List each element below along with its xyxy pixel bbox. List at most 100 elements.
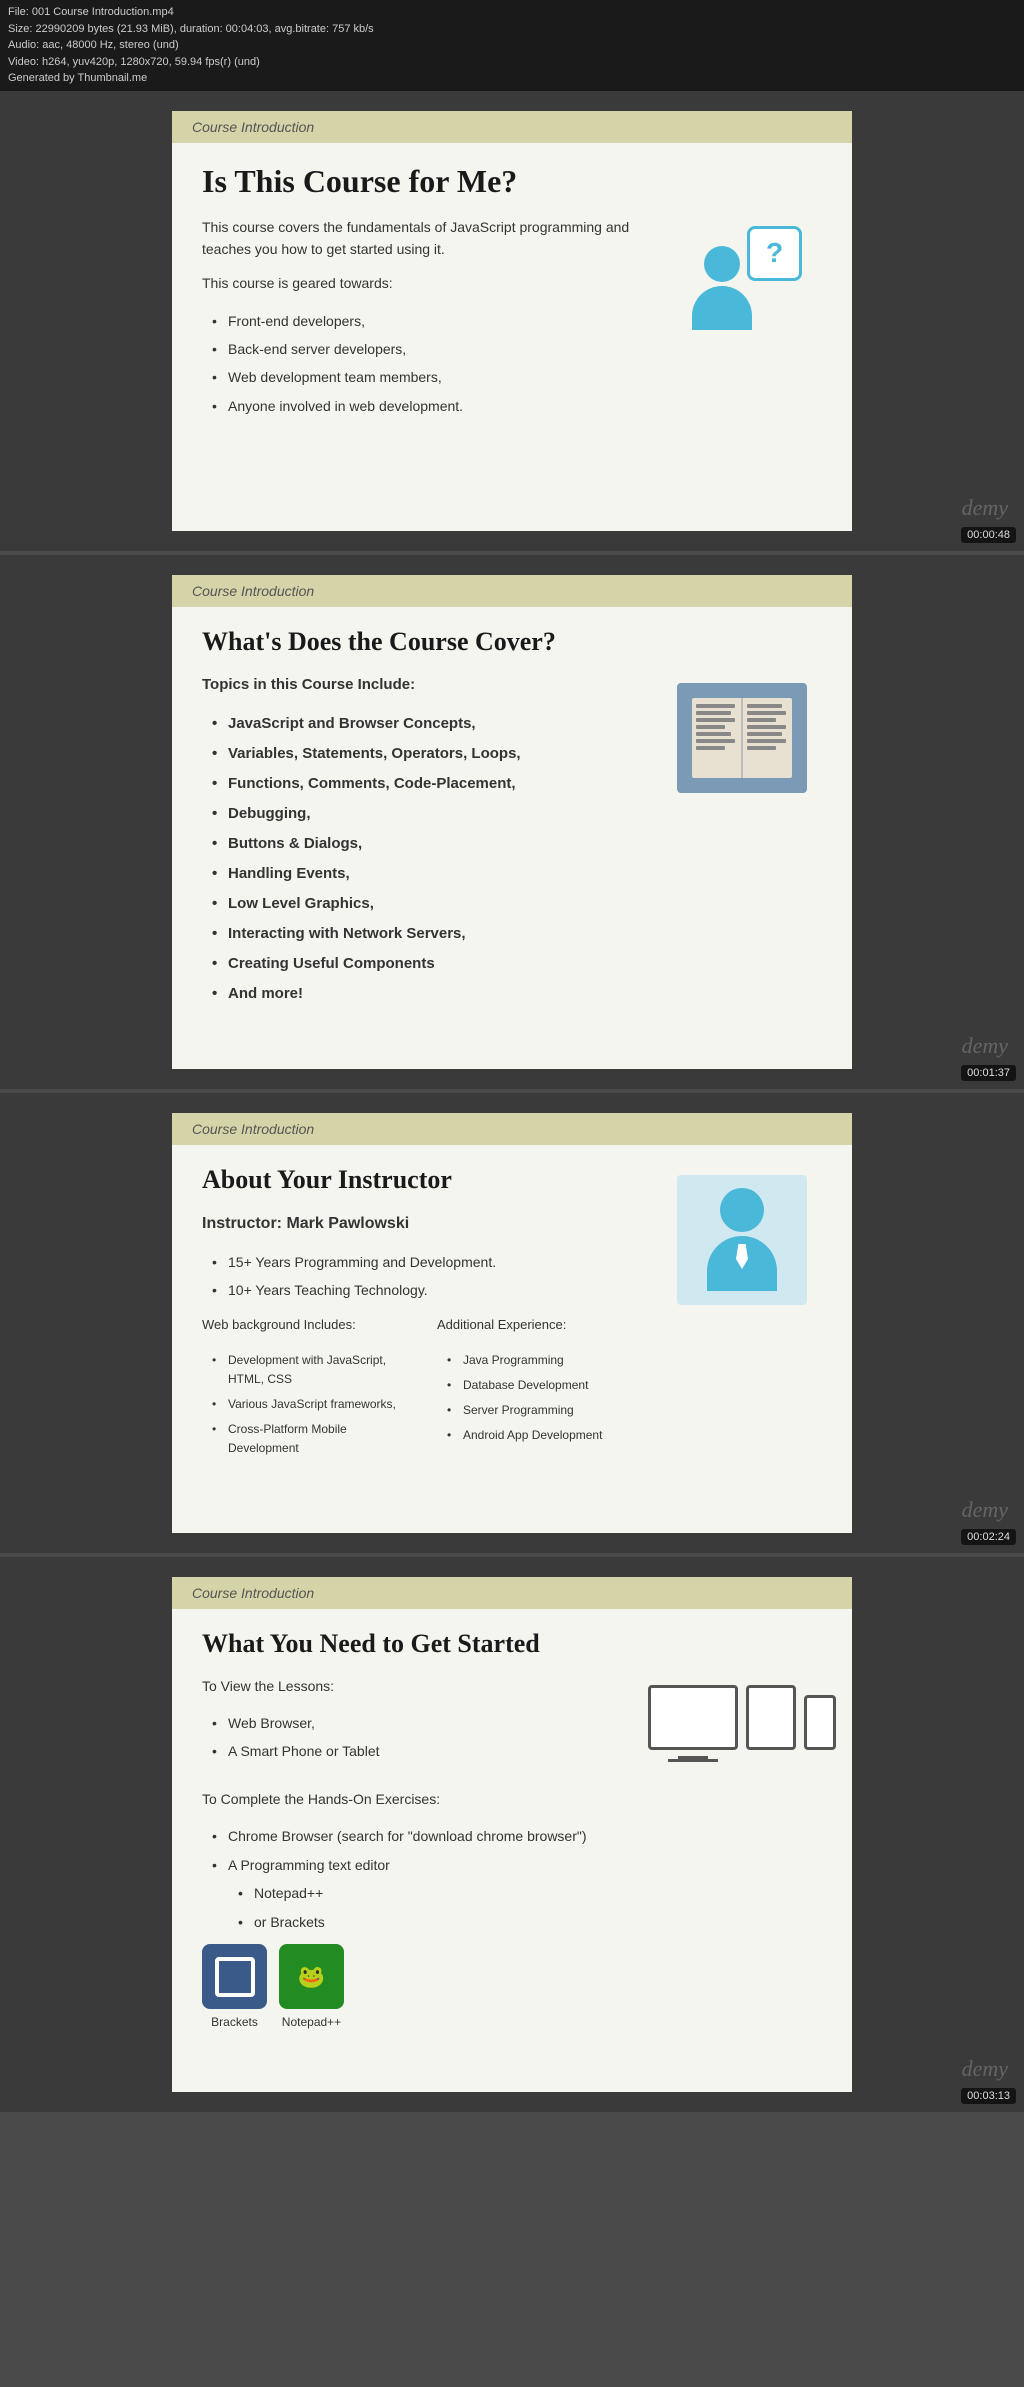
slide-4: Course Introduction What You Need to Get… [172,1577,852,2093]
list-item: 15+ Years Programming and Development. [212,1248,642,1276]
brackets-label: Brackets [211,2013,258,2032]
slide-3-instructor-label: Instructor: Mark Pawlowski [202,1211,642,1237]
slide-1-watermark: demy [962,495,1008,521]
slide-section-3: Course Introduction About Your Instructo… [0,1093,1024,1553]
slide-1-para2: This course is geared towards: [202,272,642,294]
slide-1-para1: This course covers the fundamentals of J… [202,216,642,261]
slide-2-bold-heading: Topics in this Course Include: [202,673,642,697]
list-item: Anyone involved in web development. [212,392,642,420]
person-head [704,246,740,282]
slide-2-timestamp: 00:01:37 [961,1065,1016,1081]
slide-3-col-left: Web background Includes: Development wit… [202,1315,407,1462]
list-item: Web development team members, [212,363,642,391]
list-item: Java Programming [447,1348,642,1373]
list-item: Variables, Statements, Operators, Loops, [212,739,642,769]
slide-3-col-right: Additional Experience: Java Programming … [437,1315,642,1462]
slide-4-complete-bullets: Chrome Browser (search for "download chr… [202,1822,642,1879]
list-item: Interacting with Network Servers, [212,919,642,949]
person-question-icon: ? [682,226,802,346]
devices-icon [648,1685,836,1750]
instructor-tie [736,1244,748,1269]
list-item: Buttons & Dialogs, [212,829,642,859]
book-line [696,704,735,708]
list-item: Handling Events, [212,859,642,889]
book-line [747,711,786,715]
slide-3-additional-bullets: Java Programming Database Development Se… [437,1348,642,1449]
notepad-icon: 🐸 [279,1944,344,2009]
slide-1-header: Course Introduction [172,111,852,143]
slide-4-image [662,1685,822,1750]
slide-1-body: This course covers the fundamentals of J… [202,216,642,421]
slide-section-1: Course Introduction Is This Course for M… [0,91,1024,551]
instructor-head [720,1188,764,1232]
slide-2-text: Topics in this Course Include: JavaScrip… [202,673,642,1009]
list-item: Functions, Comments, Code-Placement, [212,769,642,799]
slide-1-bullets: Front-end developers, Back-end server de… [202,307,642,421]
list-item: Cross-Platform Mobile Development [212,1417,407,1461]
list-item: Web Browser, [212,1709,642,1737]
book-line [747,739,786,743]
book-icon [677,683,807,793]
slide-4-view-bullets: Web Browser, A Smart Phone or Tablet [202,1709,642,1766]
slide-1-image: ? [662,226,822,346]
slide-2-watermark: demy [962,1033,1008,1059]
video-info-line2: Size: 22990209 bytes (21.93 MiB), durati… [8,21,1016,38]
list-item: 10+ Years Teaching Technology. [212,1276,642,1304]
book-page-left [692,698,743,778]
notepad-icon-group: 🐸 Notepad++ [279,1944,344,2032]
slide-4-header: Course Introduction [172,1577,852,1609]
slide-4-sub-bullets: ◦ Notepad++ ◦ or Brackets [202,1879,642,1936]
list-item: Various JavaScript frameworks, [212,1392,407,1417]
slide-4-timestamp: 00:03:13 [961,2088,1016,2104]
list-item: Server Programming [447,1398,642,1423]
book-line [747,704,782,708]
book-line [696,732,731,736]
slide-2-image [662,683,822,793]
slide-3-text: About Your Instructor Instructor: Mark P… [202,1165,642,1462]
slide-3-two-col: Web background Includes: Development wit… [202,1315,642,1462]
slide-3-web-bg-bullets: Development with JavaScript, HTML, CSS V… [202,1348,407,1462]
book-line [747,725,786,729]
slide-2-content: What's Does the Course Cover? Topics in … [172,617,852,1029]
editor-icons-row: Brackets 🐸 Notepad++ [202,1944,642,2032]
slide-4-content: What You Need to Get Started To View the… [172,1619,852,2053]
book-line [696,725,725,729]
book-line [747,746,776,750]
slide-4-watermark: demy [962,2056,1008,2082]
slide-3-web-bg-heading: Web background Includes: [202,1315,407,1336]
slide-2-bullets: JavaScript and Browser Concepts, Variabl… [202,709,642,1009]
video-info-line5: Generated by Thumbnail.me [8,70,1016,87]
slide-2-title: What's Does the Course Cover? [202,627,822,657]
list-item: Front-end developers, [212,307,642,335]
instructor-figure [707,1188,777,1291]
book-line [747,718,776,722]
slide-4-body: To View the Lessons: Web Browser, A Smar… [202,1675,642,2033]
video-info-bar: File: 001 Course Introduction.mp4 Size: … [0,0,1024,91]
slide-1-text: This course covers the fundamentals of J… [202,216,642,421]
instructor-icon [677,1175,807,1305]
slide-1-content: Is This Course for Me? This course cover… [172,153,852,441]
phone-icon [804,1695,836,1750]
list-item: Android App Development [447,1423,642,1448]
list-item: A Programming text editor [212,1851,642,1879]
list-item: Low Level Graphics, [212,889,642,919]
list-item: A Smart Phone or Tablet [212,1737,642,1765]
list-item: ◦ Notepad++ [238,1879,642,1907]
slide-3-layout: About Your Instructor Instructor: Mark P… [202,1165,822,1462]
slide-1: Course Introduction Is This Course for M… [172,111,852,531]
slide-section-2: Course Introduction What's Does the Cour… [0,555,1024,1089]
list-item: Chrome Browser (search for "download chr… [212,1822,642,1850]
video-info-line1: File: 001 Course Introduction.mp4 [8,4,1016,21]
slide-3-body: Instructor: Mark Pawlowski 15+ Years Pro… [202,1211,642,1462]
slide-3-content: About Your Instructor Instructor: Mark P… [172,1155,852,1482]
slide-section-4: Course Introduction What You Need to Get… [0,1557,1024,2113]
instructor-body [707,1236,777,1291]
book-page-right [743,698,792,778]
person-body [692,286,752,330]
slide-4-complete-heading: To Complete the Hands-On Exercises: [202,1788,642,1810]
brackets-inner [215,1957,255,1997]
list-item: Back-end server developers, [212,335,642,363]
book-line [696,746,725,750]
slide-4-view-heading: To View the Lessons: [202,1675,642,1697]
slide-3-main-bullets: 15+ Years Programming and Development. 1… [202,1248,642,1305]
